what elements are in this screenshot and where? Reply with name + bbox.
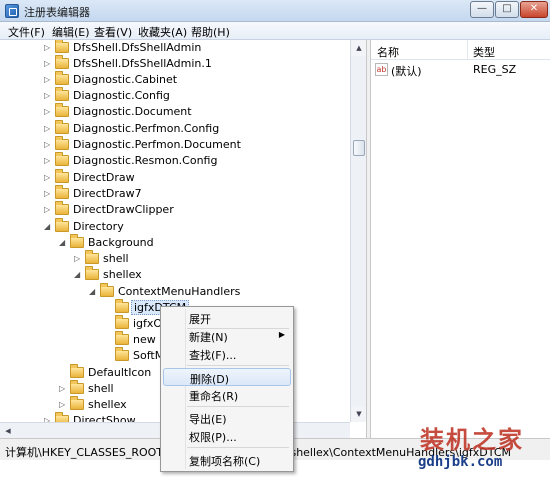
folder-icon — [100, 283, 114, 297]
minimize-button[interactable]: — — [470, 1, 494, 18]
menu-item-permissions[interactable]: 权限(P)... — [163, 427, 291, 445]
folder-icon — [55, 185, 69, 199]
folder-icon — [55, 120, 69, 134]
expand-arrow-icon[interactable]: ▷ — [44, 156, 53, 165]
expand-arrow-icon[interactable]: ▷ — [44, 124, 53, 133]
menu-separator — [187, 406, 289, 407]
column-header-type[interactable]: 类型 — [473, 44, 495, 60]
title-bar: 注册表编辑器 — □ ✕ — [0, 0, 550, 22]
scroll-left-arrow-icon[interactable]: ◀ — [0, 423, 16, 439]
menu-separator — [187, 447, 289, 448]
folder-icon — [55, 152, 69, 166]
column-header-name[interactable]: 名称 — [377, 44, 399, 60]
folder-icon — [85, 250, 99, 264]
column-divider[interactable] — [467, 40, 468, 60]
expand-arrow-icon[interactable]: ▷ — [44, 43, 53, 52]
menu-item-expand[interactable]: 展开 — [163, 309, 291, 327]
scroll-thumb[interactable] — [353, 140, 365, 156]
list-header: 名称 类型 — [371, 40, 550, 60]
watermark-url: gdhjbk.com — [418, 454, 503, 470]
menu-bar: 文件(F) 编辑(E) 查看(V) 收藏夹(A) 帮助(H) — [0, 22, 550, 40]
folder-icon — [55, 169, 69, 183]
expand-arrow-icon[interactable]: ▷ — [59, 400, 68, 409]
scroll-up-arrow-icon[interactable]: ▲ — [351, 40, 367, 56]
menu-edit[interactable]: 编辑(E) — [52, 24, 90, 40]
folder-icon — [115, 331, 129, 345]
folder-icon — [70, 364, 84, 378]
folder-icon — [115, 299, 129, 313]
value-name: (默认) — [391, 65, 422, 78]
menu-item-export[interactable]: 导出(E) — [163, 409, 291, 427]
expand-arrow-icon[interactable]: ▷ — [44, 75, 53, 84]
folder-icon — [55, 201, 69, 215]
folder-icon — [55, 71, 69, 85]
expand-arrow-icon[interactable]: ▷ — [44, 59, 53, 68]
expand-arrow-icon[interactable]: ▷ — [44, 173, 53, 182]
folder-icon — [55, 103, 69, 117]
folder-icon — [55, 40, 69, 53]
menu-item-copy-key-name[interactable]: 复制项名称(C) — [163, 451, 291, 469]
watermark-logo: 装机之家 — [420, 426, 524, 454]
folder-icon — [115, 347, 129, 361]
menu-item-find[interactable]: 查找(F)... — [163, 345, 291, 363]
submenu-arrow-icon: ▶ — [278, 330, 285, 339]
expand-arrow-icon[interactable]: ▷ — [74, 254, 83, 263]
folder-icon — [70, 380, 84, 394]
expand-arrow-icon[interactable]: ▷ — [59, 384, 68, 393]
menu-item-delete[interactable]: 删除(D) — [163, 368, 291, 386]
regedit-app-icon — [5, 4, 19, 18]
folder-icon — [70, 396, 84, 410]
scroll-down-arrow-icon[interactable]: ▼ — [351, 406, 367, 422]
value-list[interactable]: 名称 类型 ab (默认) REG_SZ — [371, 40, 550, 438]
expand-arrow-icon[interactable]: ▷ — [44, 140, 53, 149]
menu-separator — [187, 365, 289, 366]
value-row[interactable]: ab (默认) REG_SZ — [371, 62, 550, 78]
folder-icon — [115, 315, 129, 329]
expand-arrow-icon[interactable]: ▷ — [44, 205, 53, 214]
folder-icon — [85, 266, 99, 280]
maximize-button[interactable]: □ — [495, 1, 519, 18]
menu-item-new[interactable]: 新建(N) ▶ — [163, 327, 291, 345]
context-menu: 展开 新建(N) ▶ 查找(F)... 删除(D) 重命名(R) 导出(E) 权限… — [160, 306, 294, 472]
folder-icon — [70, 234, 84, 248]
menu-file[interactable]: 文件(F) — [8, 24, 45, 40]
close-button[interactable]: ✕ — [520, 1, 548, 18]
folder-icon — [55, 55, 69, 69]
expand-arrow-icon[interactable]: ▷ — [44, 189, 53, 198]
window-title: 注册表编辑器 — [24, 6, 90, 19]
collapse-arrow-icon[interactable]: ◢ — [44, 222, 53, 231]
collapse-arrow-icon[interactable]: ◢ — [59, 238, 68, 247]
menu-help[interactable]: 帮助(H) — [191, 24, 230, 40]
tree-vertical-scrollbar[interactable]: ▲ ▼ — [350, 40, 367, 422]
expand-arrow-icon[interactable]: ▷ — [44, 91, 53, 100]
menu-favorites[interactable]: 收藏夹(A) — [138, 24, 187, 40]
folder-icon — [55, 87, 69, 101]
expand-arrow-icon[interactable]: ▷ — [44, 107, 53, 116]
value-type: REG_SZ — [473, 63, 517, 76]
collapse-arrow-icon[interactable]: ◢ — [74, 270, 83, 279]
folder-icon — [55, 218, 69, 232]
menu-view[interactable]: 查看(V) — [94, 24, 132, 40]
collapse-arrow-icon[interactable]: ◢ — [89, 287, 98, 296]
menu-item-rename[interactable]: 重命名(R) — [163, 386, 291, 404]
string-value-icon: ab — [375, 63, 388, 76]
folder-icon — [55, 136, 69, 150]
